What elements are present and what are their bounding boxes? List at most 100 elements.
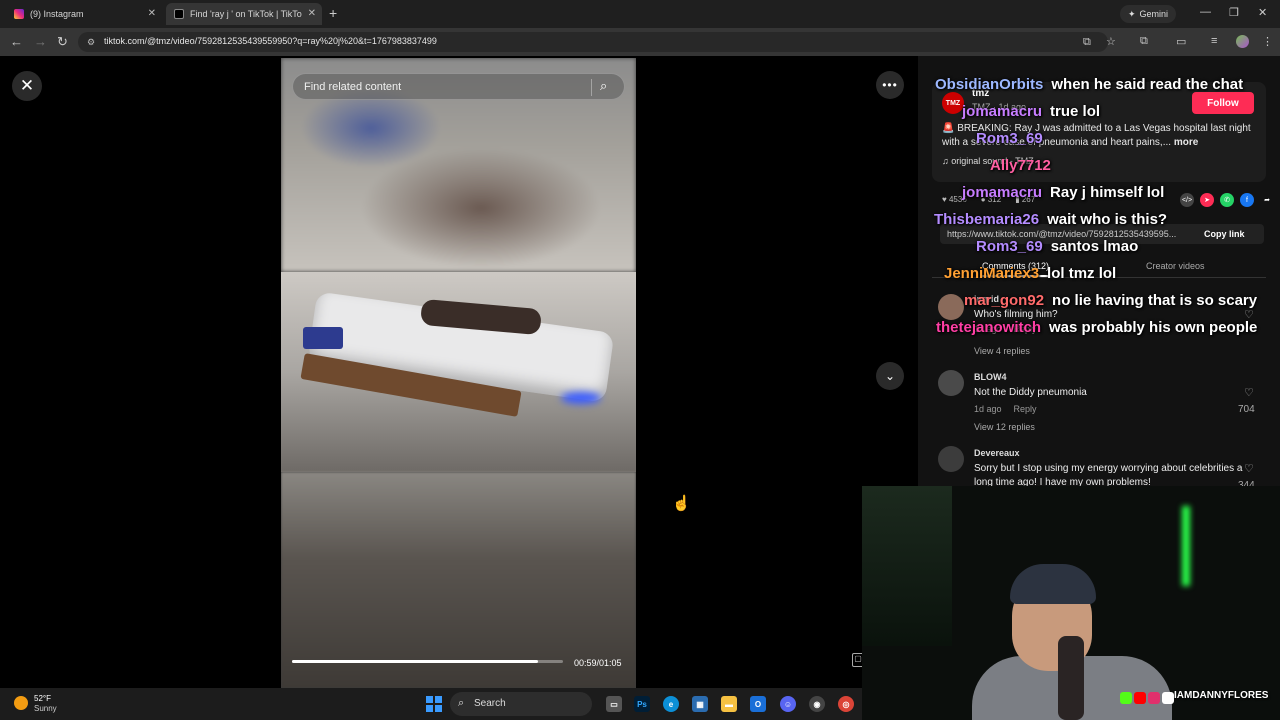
- comment-user[interactable]: ingrid: [974, 294, 999, 304]
- gemini-button[interactable]: ✦ Gemini: [1120, 5, 1176, 23]
- commenter-avatar[interactable]: [938, 370, 964, 396]
- close-window-icon[interactable]: ✕: [1258, 6, 1267, 19]
- photoshop-icon[interactable]: Ps: [634, 696, 650, 712]
- kick-icon: [1120, 692, 1132, 704]
- more-icon[interactable]: •••: [876, 71, 904, 99]
- heart-icon[interactable]: ♡: [1244, 386, 1254, 399]
- address-toolbar: ← → ↻ ⚙ tiktok.com/@tmz/video/7592812535…: [0, 28, 1280, 56]
- tab-comments[interactable]: Comments (312): [982, 261, 1050, 277]
- weather-icon[interactable]: [14, 696, 28, 710]
- sound-link[interactable]: ♫ original sound - TMZ: [942, 156, 1034, 166]
- embed-icon[interactable]: </>: [1180, 193, 1194, 207]
- related-search[interactable]: Find related content ⌕: [292, 73, 625, 100]
- sound-label: original sound - TMZ: [951, 156, 1034, 166]
- bookmark-icon: ▮: [1015, 195, 1022, 204]
- green-light: [1182, 506, 1190, 586]
- reload-icon[interactable]: ↻: [57, 34, 68, 50]
- tab-title: (9) Instagram: [30, 9, 84, 19]
- maximize-icon[interactable]: ❐: [1229, 6, 1239, 19]
- edge-icon[interactable]: e: [663, 696, 679, 712]
- heart-icon[interactable]: ♡: [1244, 462, 1254, 475]
- progress-fill: [292, 660, 538, 663]
- caption: 🚨 BREAKING: Ray J was admitted to a Las …: [942, 122, 1262, 150]
- search-icon: ⌕: [458, 697, 465, 709]
- bookmark-star-icon[interactable]: ☆: [1106, 35, 1116, 48]
- send-icon[interactable]: ➤: [1200, 193, 1214, 207]
- commenter-avatar[interactable]: [938, 446, 964, 472]
- like-stat[interactable]: ♥ 4536: [942, 195, 967, 204]
- webcam-overlay: IAMDANNYFLORES: [862, 486, 1280, 720]
- obs-icon[interactable]: ◉: [809, 696, 825, 712]
- reply-button[interactable]: Reply: [1014, 324, 1037, 334]
- reply-button[interactable]: Reply: [1014, 404, 1037, 414]
- comment-user[interactable]: Devereaux: [974, 448, 1020, 458]
- copy-link-button[interactable]: Copy link: [1204, 229, 1245, 239]
- search-icon[interactable]: ⌕: [600, 78, 607, 94]
- weather-condition: Sunny: [34, 704, 57, 713]
- extensions-icon[interactable]: ⧉: [1140, 35, 1148, 48]
- video-player[interactable]: Find related content ⌕ 00:59/01:05: [281, 58, 636, 688]
- profile-avatar[interactable]: [1236, 35, 1249, 48]
- split-view-icon[interactable]: ▭: [1176, 35, 1186, 48]
- comment-date: 1d ago: [974, 404, 1002, 414]
- save-stat[interactable]: ▮ 267: [1015, 195, 1035, 204]
- copy-link-box: https://www.tiktok.com/@tmz/video/759281…: [940, 224, 1264, 244]
- comment-count: 312: [987, 195, 1002, 204]
- collectibles-shelf: [862, 486, 952, 646]
- share-buttons: </> ➤ ✆ f ➦: [1180, 193, 1274, 207]
- tab-creator-videos[interactable]: Creator videos: [1146, 261, 1205, 271]
- file-explorer-icon[interactable]: ▬: [721, 696, 737, 712]
- author-avatar[interactable]: TMZ: [942, 92, 964, 114]
- comment-meta: 1d ago Reply: [974, 404, 1049, 414]
- close-tab-icon[interactable]: ✕: [148, 8, 156, 19]
- divider: [591, 79, 592, 96]
- outlook-icon[interactable]: O: [750, 696, 766, 712]
- video-time: 00:59/01:05: [574, 658, 622, 668]
- browser-tab-bar: (9) Instagram ✕ Find 'ray j ' on TikTok …: [0, 0, 1280, 28]
- caption-more-link[interactable]: more: [1174, 137, 1198, 148]
- taskbar-search[interactable]: ⌕ Search: [450, 692, 592, 716]
- music-icon: ♫: [942, 156, 952, 166]
- facebook-icon[interactable]: f: [1240, 193, 1254, 207]
- follow-button[interactable]: Follow: [1192, 92, 1254, 114]
- back-icon[interactable]: ←: [10, 34, 23, 49]
- temperature: 52°F: [34, 694, 51, 703]
- new-tab-icon[interactable]: +: [329, 5, 337, 21]
- commenter-avatar[interactable]: [938, 294, 964, 320]
- install-app-icon[interactable]: ⧉: [1083, 36, 1091, 49]
- comment-text: Who's filming him?: [974, 309, 1058, 320]
- share-icon[interactable]: ➦: [1260, 193, 1274, 207]
- store-icon[interactable]: ▦: [692, 696, 708, 712]
- close-icon[interactable]: ✕: [12, 71, 42, 101]
- discord-icon[interactable]: ☺: [780, 696, 796, 712]
- video-frame: [281, 272, 636, 472]
- search-label: Search: [474, 698, 506, 709]
- author-meta: TMZ · 1d ago: [972, 102, 1027, 112]
- comment-user[interactable]: BLOW4: [974, 372, 1007, 382]
- forward-icon[interactable]: →: [34, 34, 47, 49]
- close-tab-icon[interactable]: ✕: [308, 8, 316, 19]
- minimize-icon[interactable]: —: [1200, 6, 1211, 18]
- chevron-down-icon[interactable]: ⌄: [876, 362, 904, 390]
- whatsapp-icon[interactable]: ✆: [1220, 193, 1234, 207]
- heart-icon[interactable]: ♡: [1244, 308, 1254, 321]
- gemini-label: Gemini: [1139, 9, 1169, 19]
- video-progress-bar[interactable]: [292, 660, 563, 663]
- task-view-icon[interactable]: ▭: [606, 696, 622, 712]
- tab-tiktok[interactable]: Find 'ray j ' on TikTok | TikTo ✕: [166, 3, 322, 25]
- chrome-icon[interactable]: ◎: [838, 696, 854, 712]
- comment-stat[interactable]: ● 312: [981, 195, 1001, 204]
- streamer-cap: [1010, 564, 1096, 604]
- like-count: 4536: [948, 195, 967, 204]
- view-replies[interactable]: View 12 replies: [974, 422, 1035, 432]
- windows-taskbar: 52°F Sunny ⌕ Search ▭ Ps e ▦ ▬ O ☺ ◉ ◎: [0, 688, 862, 720]
- address-bar[interactable]: ⚙ tiktok.com/@tmz/video/7592812535439559…: [78, 32, 1108, 52]
- tiktok-icon: [174, 9, 184, 19]
- view-replies[interactable]: View 4 replies: [974, 346, 1030, 356]
- author-name[interactable]: tmz: [972, 88, 989, 99]
- site-info-icon[interactable]: ⚙: [87, 37, 95, 48]
- windows-icon[interactable]: [426, 696, 442, 712]
- media-icon[interactable]: ≡: [1211, 35, 1217, 47]
- menu-icon[interactable]: ⋮: [1262, 35, 1273, 48]
- tab-instagram[interactable]: (9) Instagram ✕: [6, 3, 162, 25]
